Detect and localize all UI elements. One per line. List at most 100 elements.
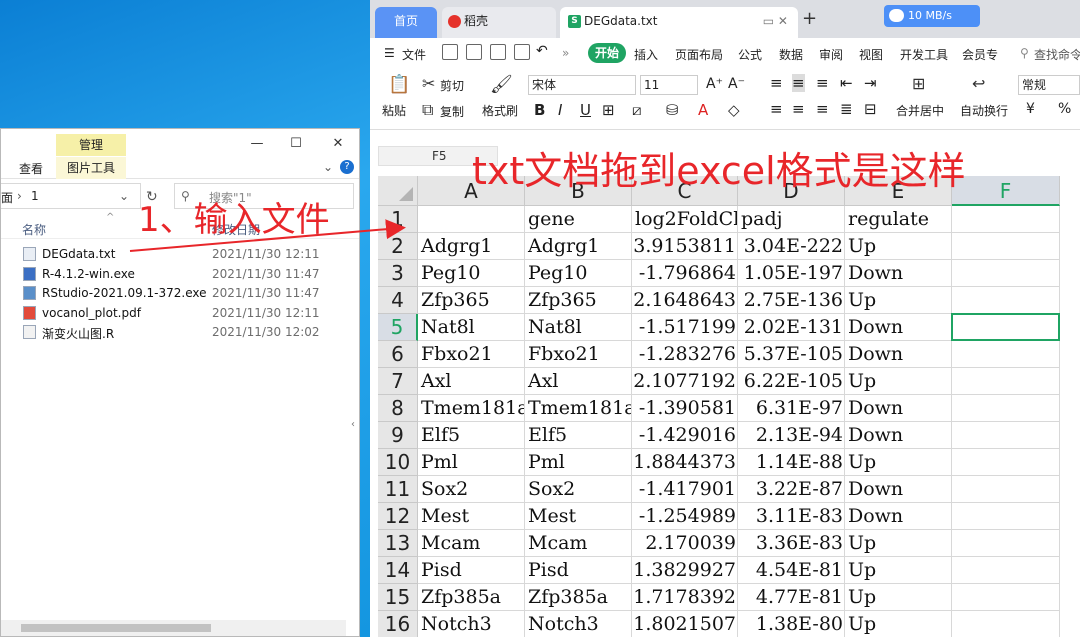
save-icon[interactable] (442, 44, 458, 60)
align-top-icon[interactable]: ≡ (770, 74, 783, 92)
table-cell[interactable]: Peg10 (525, 260, 632, 287)
table-cell[interactable]: -1.796864 (632, 260, 738, 287)
close-icon[interactable]: ✕ (329, 135, 347, 153)
undo-icon[interactable]: ↶ (536, 43, 548, 59)
print-preview-icon[interactable] (514, 44, 530, 60)
tab-degdata[interactable]: S DEGdata.txt ▭ ✕ (560, 7, 798, 38)
table-cell[interactable] (952, 530, 1060, 557)
table-cell[interactable]: Up (845, 530, 952, 557)
table-cell[interactable]: Up (845, 233, 952, 260)
table-cell[interactable]: 4.77E-81 (738, 584, 845, 611)
row-header[interactable]: 3 (378, 260, 418, 287)
minimize-icon[interactable]: — (248, 135, 266, 153)
menu-review[interactable]: 审阅 (819, 46, 843, 63)
format-painter-icon[interactable]: 🖌 (490, 74, 513, 95)
address-segment-desktop[interactable]: 面 (1, 189, 13, 206)
align-center-icon[interactable]: ≡ (792, 100, 805, 118)
table-cell[interactable]: Nat8l (525, 314, 632, 341)
menu-view[interactable]: 视图 (859, 46, 883, 63)
table-cell[interactable] (952, 611, 1060, 637)
row-header[interactable]: 16 (378, 611, 418, 637)
table-cell[interactable]: 1.05E-197 (738, 260, 845, 287)
font-family-select[interactable]: 宋体 (528, 75, 636, 95)
table-cell[interactable]: Notch3 (418, 611, 525, 637)
table-cell[interactable]: Up (845, 287, 952, 314)
table-cell[interactable] (952, 557, 1060, 584)
merge-center-button[interactable]: 合并居中 (896, 102, 944, 119)
table-cell[interactable]: Down (845, 503, 952, 530)
row-header[interactable]: 14 (378, 557, 418, 584)
column-header-f[interactable]: F (952, 176, 1060, 206)
table-cell[interactable]: Adgrg1 (418, 233, 525, 260)
table-cell[interactable]: Elf5 (418, 422, 525, 449)
address-bar[interactable]: 面 › 1 ⌄ (1, 183, 141, 209)
file-row[interactable]: RStudio-2021.09.1-372.exe 2021/11/30 11:4… (1, 283, 351, 303)
row-header[interactable]: 5 (378, 314, 418, 341)
table-cell[interactable]: Pisd (525, 557, 632, 584)
table-cell[interactable]: -1.429016 (632, 422, 738, 449)
table-cell[interactable]: 6.22E-105 (738, 368, 845, 395)
menu-member[interactable]: 会员专 (962, 46, 998, 63)
increase-font-icon[interactable]: A⁺ (706, 76, 723, 92)
table-cell[interactable]: gene (525, 206, 632, 233)
row-header[interactable]: 10 (378, 449, 418, 476)
wrap-text-button[interactable]: 自动换行 (960, 102, 1008, 119)
table-cell[interactable]: Axl (418, 368, 525, 395)
table-cell[interactable]: 2.02E-131 (738, 314, 845, 341)
file-row[interactable]: vocanol_plot.pdf 2021/11/30 12:11 (1, 303, 351, 323)
table-cell[interactable] (952, 395, 1060, 422)
table-cell[interactable]: Sox2 (418, 476, 525, 503)
menu-start[interactable]: 开始 (588, 43, 626, 63)
fill-color-icon[interactable]: ⛁ (666, 101, 679, 119)
address-dropdown-icon[interactable]: ⌄ (119, 189, 129, 203)
table-cell[interactable]: padj (738, 206, 845, 233)
table-cell[interactable]: 1.14E-88 (738, 449, 845, 476)
table-cell[interactable]: Mest (525, 503, 632, 530)
indent-increase-icon[interactable]: ⇥ (864, 74, 877, 92)
table-cell[interactable]: 2.13E-94 (738, 422, 845, 449)
row-header[interactable]: 1 (378, 206, 418, 233)
format-painter-button[interactable]: 格式刷 (482, 102, 518, 119)
menu-file[interactable]: 文件 (402, 46, 426, 63)
table-cell[interactable]: Zfp385a (525, 584, 632, 611)
help-icon[interactable]: ? (340, 160, 354, 174)
paste-button[interactable]: 粘贴 (382, 102, 406, 119)
table-cell[interactable]: Up (845, 368, 952, 395)
fill-pattern-icon[interactable]: ⧄ (632, 101, 642, 119)
decrease-font-icon[interactable]: A⁻ (728, 76, 745, 92)
font-size-select[interactable]: 11 (640, 75, 698, 95)
table-cell[interactable]: Nat8l (418, 314, 525, 341)
file-row[interactable]: R-4.1.2-win.exe 2021/11/30 11:47 (1, 264, 351, 284)
italic-icon[interactable]: I (558, 101, 562, 119)
horizontal-scrollbar[interactable] (1, 620, 346, 636)
tab-home[interactable]: 首页 (375, 7, 437, 38)
selected-cell[interactable] (951, 313, 1060, 341)
table-cell[interactable] (952, 206, 1060, 233)
table-cell[interactable]: Elf5 (525, 422, 632, 449)
table-cell[interactable]: 2.75E-136 (738, 287, 845, 314)
table-cell[interactable] (952, 233, 1060, 260)
table-cell[interactable]: 1.8021507 (632, 611, 738, 637)
underline-icon[interactable]: U (580, 101, 591, 119)
table-cell[interactable] (952, 260, 1060, 287)
menu-insert[interactable]: 插入 (634, 46, 658, 63)
table-cell[interactable] (952, 341, 1060, 368)
file-row[interactable]: DEGdata.txt 2021/11/30 12:11 (1, 244, 351, 264)
copy-icon[interactable]: ⧉ (422, 100, 433, 120)
table-cell[interactable]: Zfp365 (418, 287, 525, 314)
border-icon[interactable]: ⊞ (602, 101, 615, 119)
table-cell[interactable]: Pml (525, 449, 632, 476)
select-all-corner[interactable] (378, 176, 418, 206)
address-segment-folder[interactable]: 1 (31, 189, 39, 203)
table-cell[interactable]: Down (845, 314, 952, 341)
percent-icon[interactable]: % (1058, 101, 1071, 117)
table-cell[interactable]: Fbxo21 (418, 341, 525, 368)
font-color-icon[interactable]: A (698, 101, 708, 119)
table-cell[interactable]: 1.38E-80 (738, 611, 845, 637)
table-cell[interactable]: Tmem181a (418, 395, 525, 422)
wrap-text-icon[interactable]: ↩ (972, 74, 985, 93)
merge-center-icon[interactable]: ⊞ (912, 74, 925, 93)
print-icon[interactable] (490, 44, 506, 60)
table-cell[interactable]: Pml (418, 449, 525, 476)
table-cell[interactable]: Up (845, 557, 952, 584)
